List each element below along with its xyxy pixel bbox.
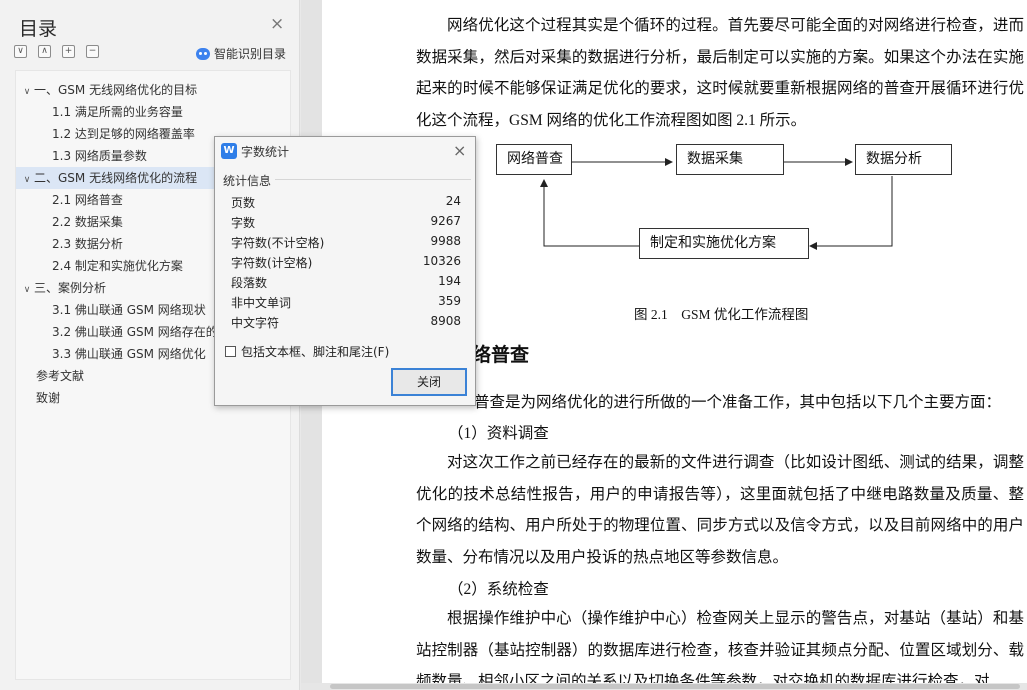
subheading-data-survey: （1）资料调查 [448, 425, 549, 442]
add-level-icon[interactable]: + [62, 45, 75, 58]
stat-row: 字符数(计空格) 10326 [231, 254, 461, 270]
flow-box-plan: 制定和实施优化方案 [639, 228, 809, 259]
checkbox-label: 包括文本框、脚注和尾注(F) [241, 345, 390, 359]
wps-writer-icon: W [221, 143, 237, 159]
toc-item-1[interactable]: ∨ 一、GSM 无线网络优化的目标 [20, 79, 197, 101]
toc-item-2-1[interactable]: 2.1 网络普查 [52, 189, 123, 211]
word-count-dialog: W 字数统计 × 统计信息 页数 24 字数 9267 字符数(不计空格) 9988 … [214, 136, 476, 406]
stat-row: 段落数 194 [231, 274, 461, 290]
close-button[interactable]: 关闭 [391, 368, 467, 396]
subheading-system-check: （2）系统检查 [448, 581, 549, 598]
stat-row: 字符数(不计空格) 9988 [231, 234, 461, 250]
toc-close-icon[interactable]: × [270, 16, 284, 33]
chevron-down-icon[interactable]: ∨ [20, 81, 34, 101]
toc-item-2-2[interactable]: 2.2 数据采集 [52, 211, 123, 233]
smart-recognize-label: 智能识别目录 [214, 47, 287, 61]
toc-item-3-2[interactable]: 3.2 佛山联通 GSM 网络存在的 [52, 321, 218, 343]
toc-item-2-3[interactable]: 2.3 数据分析 [52, 233, 123, 255]
stat-row: 字数 9267 [231, 214, 461, 230]
toc-item-2-4[interactable]: 2.4 制定和实施优化方案 [52, 255, 183, 277]
robot-icon [196, 47, 210, 60]
remove-level-icon[interactable]: − [86, 45, 99, 58]
checkbox-box[interactable] [225, 346, 236, 357]
flow-box-collection: 数据采集 [676, 144, 784, 175]
toc-item-3[interactable]: ∨ 三、案例分析 [20, 277, 106, 299]
data-survey-paragraph: 对这次工作之前已经存在的最新的文件进行调查（比如设计图纸、测试的结果，调整优化的… [416, 454, 1024, 566]
expand-all-icon[interactable]: ∧ [38, 45, 51, 58]
toc-item-1-3[interactable]: 1.3 网络质量参数 [52, 145, 147, 167]
toc-item-1-2[interactable]: 1.2 达到足够的网络覆盖率 [52, 123, 195, 145]
dialog-close-icon[interactable]: × [453, 141, 466, 160]
toc-item-1-1[interactable]: 1.1 满足所需的业务容量 [52, 101, 183, 123]
chevron-down-icon[interactable]: ∨ [20, 169, 34, 189]
toc-item-3-1[interactable]: 3.1 佛山联通 GSM 网络现状 [52, 299, 206, 321]
stats-section-label: 统计信息 [223, 174, 272, 188]
include-textbox-footnote-checkbox[interactable]: 包括文本框、脚注和尾注(F) [225, 343, 389, 360]
figure-caption: 图 2.1 GSM 优化工作流程图 [634, 307, 809, 322]
section-heading: 络普查 [472, 345, 530, 366]
system-check-paragraph: 根据操作维护中心（操作维护中心）检查网关上显示的警告点，对基站（基站）和基站控制… [416, 610, 1024, 683]
section-divider [275, 179, 471, 180]
toc-item-3-3[interactable]: 3.3 佛山联通 GSM 网络优化 [52, 343, 206, 365]
smart-recognize-button[interactable]: 智能识别目录 [196, 45, 286, 62]
stat-row: 中文字符 8908 [231, 314, 461, 330]
flow-box-analysis: 数据分析 [855, 144, 952, 175]
chevron-down-icon[interactable]: ∨ [20, 279, 34, 299]
flow-box-survey: 网络普查 [496, 144, 572, 175]
arrow-3-4 [809, 176, 893, 250]
toc-item-references[interactable]: 参考文献 [36, 365, 84, 387]
toc-title: 目录 [19, 18, 58, 40]
dialog-title: 字数统计 [241, 145, 290, 159]
toc-item-acknowledgements[interactable]: 致谢 [36, 387, 60, 409]
overview-paragraph: 普查是为网络优化的进行所做的一个准备工作，其中包括以下几个主要方面： [474, 394, 1002, 411]
stat-row: 非中文单词 359 [231, 294, 461, 310]
stat-row: 页数 24 [231, 194, 461, 210]
arrow-4-1 [540, 179, 640, 247]
collapse-all-icon[interactable]: ∨ [14, 45, 27, 58]
scrollbar-thumb[interactable] [330, 684, 1020, 689]
